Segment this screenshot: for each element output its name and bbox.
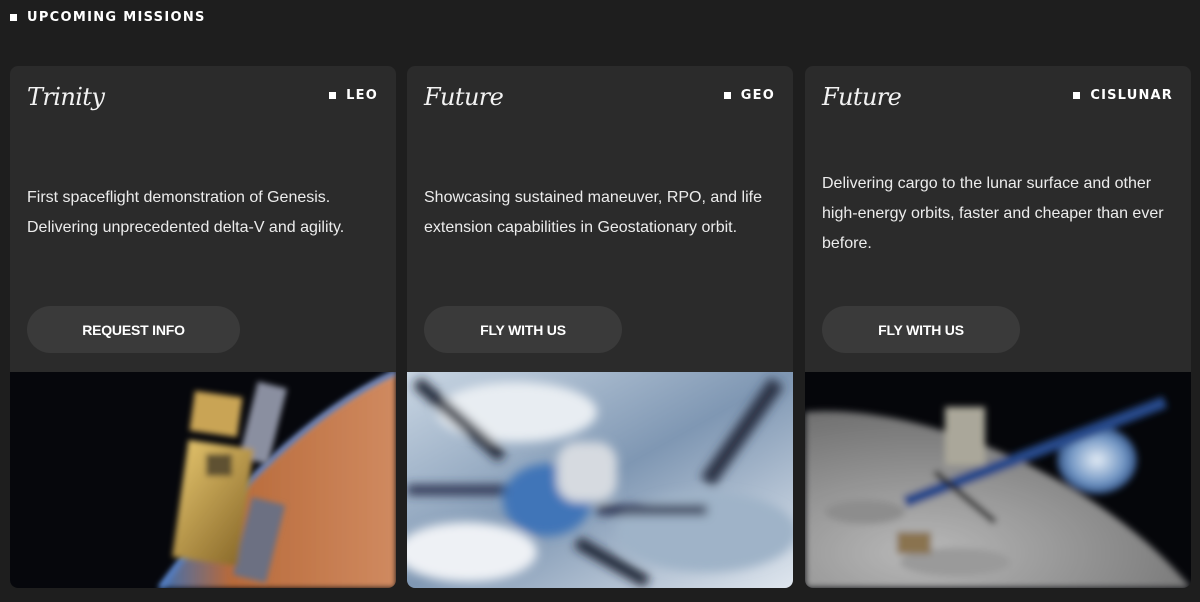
request-info-button[interactable]: REQUEST INFO — [27, 306, 240, 353]
square-bullet-icon — [10, 13, 17, 21]
orbit-label: CISLUNAR — [1090, 88, 1173, 103]
mission-description: First spaceflight demonstration of Genes… — [27, 189, 345, 236]
orbit-label: LEO — [346, 88, 378, 103]
fly-with-us-button[interactable]: FLY WITH US — [424, 306, 622, 353]
mission-title: Future — [822, 83, 902, 111]
orbit-badge: LEO — [329, 88, 378, 103]
square-bullet-icon — [329, 92, 337, 99]
mission-image-lunar-lander — [805, 372, 1191, 588]
mission-image-spacecraft-geo — [407, 372, 793, 588]
square-bullet-icon — [1073, 92, 1081, 99]
mission-card-trinity: Trinity LEO First spaceflight demonstrat… — [10, 66, 396, 588]
square-bullet-icon — [723, 92, 731, 99]
mission-image-satellite-leo — [10, 372, 396, 588]
mission-description: Showcasing sustained maneuver, RPO, and … — [424, 189, 762, 236]
mission-card-geo: Future GEO Showcasing sustained maneuver… — [407, 66, 793, 588]
orbit-badge: CISLUNAR — [1073, 88, 1173, 103]
orbit-badge: GEO — [723, 88, 775, 103]
mission-description: Delivering cargo to the lunar surface an… — [822, 175, 1164, 252]
orbit-label: GEO — [740, 88, 775, 103]
section-header: UPCOMING MISSIONS — [10, 9, 206, 25]
mission-title: Future — [424, 83, 504, 111]
mission-title: Trinity — [27, 83, 105, 111]
fly-with-us-button[interactable]: FLY WITH US — [822, 306, 1020, 353]
mission-cards: Trinity LEO First spaceflight demonstrat… — [10, 66, 1192, 588]
section-title: UPCOMING MISSIONS — [27, 9, 206, 25]
mission-card-cislunar: Future CISLUNAR Delivering cargo to the … — [805, 66, 1191, 588]
